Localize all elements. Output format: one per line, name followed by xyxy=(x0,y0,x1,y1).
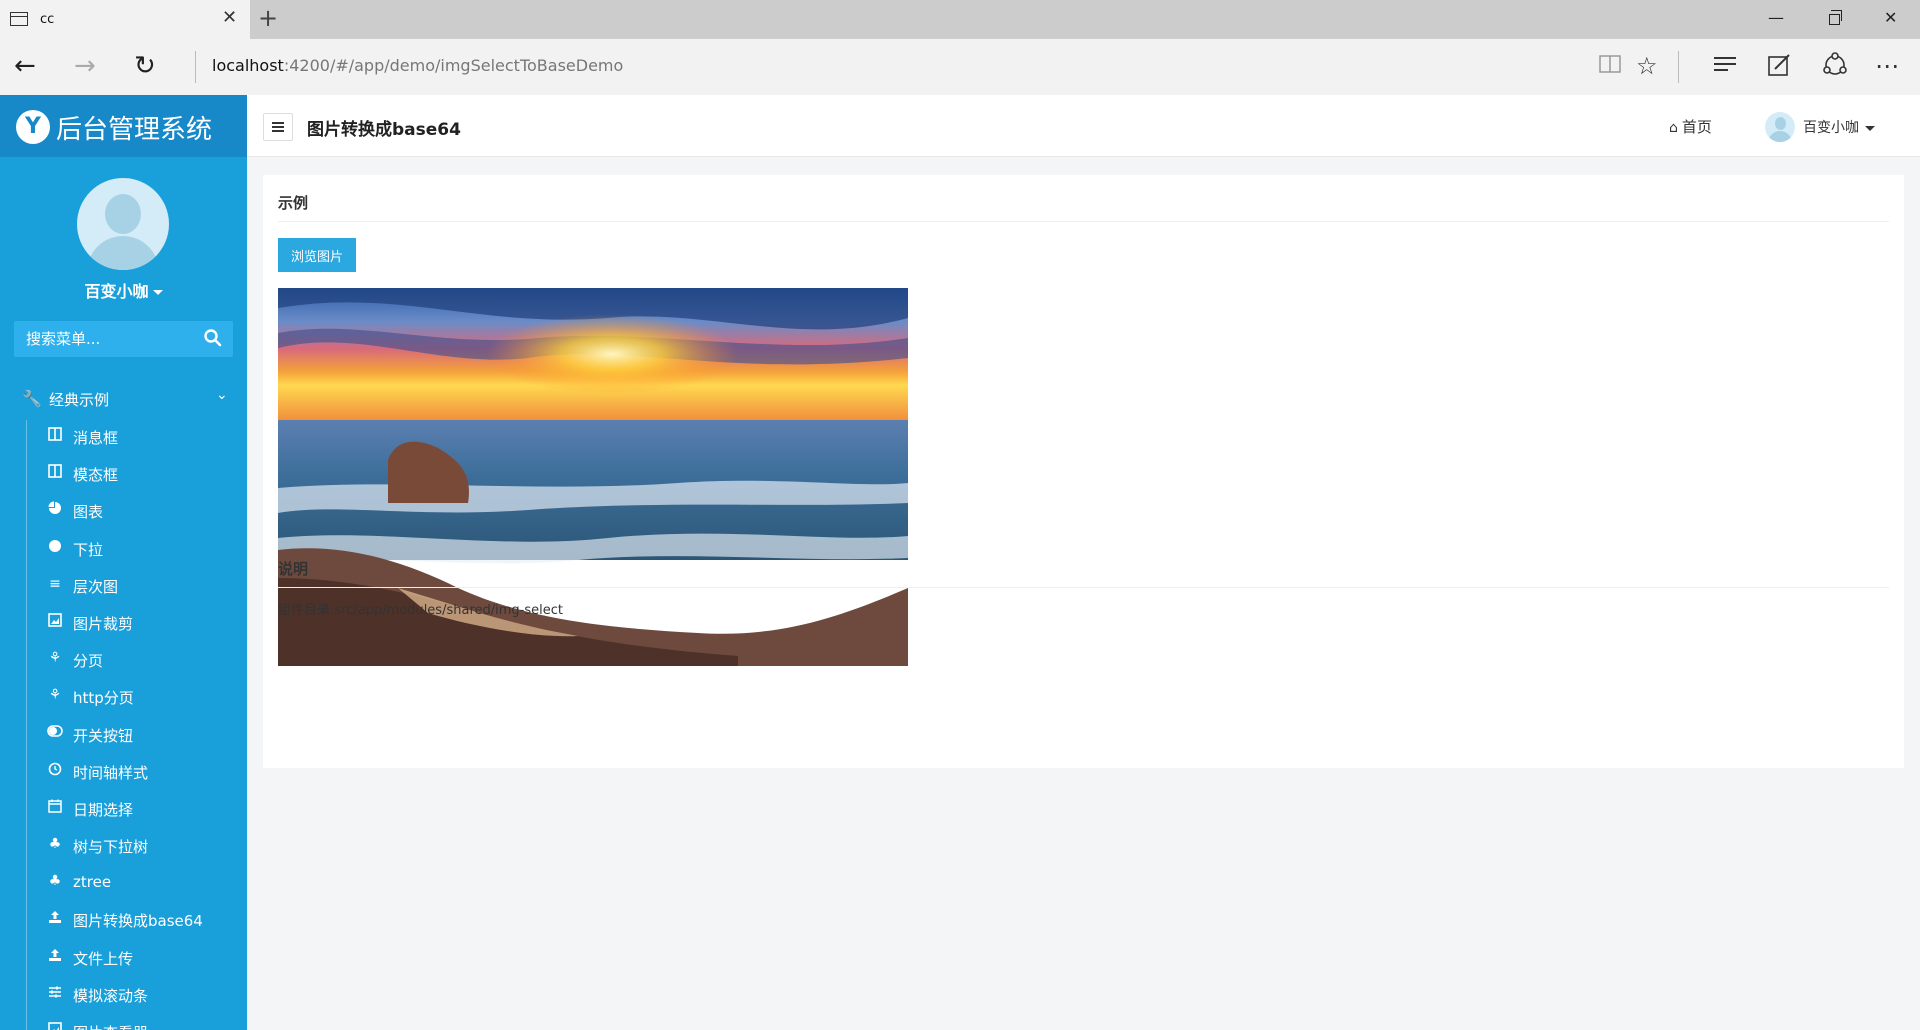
avatar[interactable] xyxy=(1765,112,1795,142)
menu-item-file-upload[interactable]: 文件上传 xyxy=(0,939,247,976)
menu-item-scrollbar[interactable]: 模拟滚动条 xyxy=(0,976,247,1013)
menu-item-image-base64[interactable]: 图片转换成base64 xyxy=(0,901,247,938)
menu-item-ztree[interactable]: ♣ ztree xyxy=(0,864,247,901)
divider xyxy=(278,587,1889,588)
chevron-down-icon: ⌄ xyxy=(216,387,228,403)
image-icon xyxy=(47,613,63,629)
tree-icon: ♣ xyxy=(48,836,62,853)
menu-item-date-picker[interactable]: 日期选择 xyxy=(0,790,247,827)
sidebar: 后台管理系统 百变小咖 🔧 经典示例 ⌄ 消息框 模态框 图表 xyxy=(0,95,247,1030)
tab-title: cc xyxy=(40,12,55,27)
menu-item-pagination[interactable]: ⚘ 分页 xyxy=(0,641,247,678)
example-section-title: 示例 xyxy=(278,194,309,212)
upload-icon xyxy=(47,910,63,926)
back-arrow-icon[interactable]: ← xyxy=(14,53,36,79)
menu-item-switch[interactable]: 开关按钮 xyxy=(0,716,247,753)
image-icon xyxy=(47,1022,63,1030)
url-host: localhost xyxy=(212,56,284,75)
toggle-icon xyxy=(47,724,63,741)
search-icon[interactable] xyxy=(203,328,223,348)
tree-icon: ♣ xyxy=(48,873,62,890)
tab-page-icon xyxy=(10,12,28,26)
menu-group-examples[interactable]: 🔧 经典示例 ⌄ xyxy=(0,379,247,419)
browser-tab[interactable]: cc ✕ xyxy=(0,0,250,39)
refresh-icon[interactable]: ↻ xyxy=(134,53,156,79)
tree-icon: ⚘ xyxy=(48,650,62,667)
columns-icon xyxy=(47,427,63,443)
clock-icon xyxy=(47,762,63,778)
menu-item-hierarchy[interactable]: ≡ 层次图 xyxy=(0,567,247,604)
url-path: :4200/#/app/demo/imgSelectToBaseDemo xyxy=(283,56,624,75)
address-bar[interactable]: localhost:4200/#/app/demo/imgSelectToBas… xyxy=(212,56,623,75)
description-section-title: 说明 xyxy=(278,560,309,578)
upload-icon xyxy=(47,948,63,964)
new-tab-icon[interactable]: + xyxy=(258,6,278,30)
app-header: 图片转换成base64 ⌂ 首页 百变小咖 xyxy=(247,95,1920,157)
toolbar-divider xyxy=(1678,51,1679,83)
browse-image-button[interactable]: 浏览图片 xyxy=(278,238,356,272)
menu-item-dropdown[interactable]: 下拉 xyxy=(0,530,247,567)
brand-logo-icon xyxy=(16,110,50,144)
brand-bar: 后台管理系统 xyxy=(0,95,247,157)
share-icon[interactable] xyxy=(1822,52,1848,84)
caret-down-icon xyxy=(152,290,163,295)
more-icon[interactable]: ⋯ xyxy=(1875,52,1899,80)
content-panel: 示例 浏览图片 说明 组件目录:src/app/modules/shared/i… xyxy=(263,175,1904,768)
menu-item-image-viewer[interactable]: 图片查看器 xyxy=(0,1013,247,1030)
user-avatar xyxy=(77,178,169,270)
browser-toolbar: ← → ↻ localhost:4200/#/app/demo/imgSelec… xyxy=(0,39,1920,95)
hub-icon[interactable] xyxy=(1712,52,1738,82)
user-name: 百变小咖 xyxy=(84,282,149,301)
minimize-icon[interactable]: — xyxy=(1768,8,1784,27)
menu-item-tree[interactable]: ♣ 树与下拉树 xyxy=(0,827,247,864)
sliders-icon xyxy=(47,985,63,1001)
forward-arrow-icon[interactable]: → xyxy=(74,53,96,79)
submenu: 消息框 模态框 图表 下拉 ≡ 层次图 图片裁剪 ⚘ 分页 ⚘ http分页 开… xyxy=(0,418,247,1030)
page-title: 图片转换成base64 xyxy=(307,120,461,140)
menu-search xyxy=(14,321,233,357)
home-icon: ⌂ xyxy=(1669,120,1678,136)
calendar-icon xyxy=(47,799,63,815)
window-close-icon[interactable]: ✕ xyxy=(1884,8,1897,27)
header-user-name: 百变小咖 xyxy=(1803,120,1859,136)
layers-icon: ≡ xyxy=(49,575,61,592)
pie-chart-icon xyxy=(47,501,63,517)
user-menu-toggle[interactable]: 百变小咖 xyxy=(0,278,247,302)
sidebar-toggle-button[interactable] xyxy=(263,113,293,141)
brand-name: 后台管理系统 xyxy=(56,115,213,145)
toolbar-divider xyxy=(195,51,196,83)
menu-item-image-crop[interactable]: 图片裁剪 xyxy=(0,604,247,641)
wrench-icon: 🔧 xyxy=(22,389,42,408)
description-text: 组件目录:src/app/modules/shared/img-select xyxy=(278,603,563,618)
menu-item-http-pagination[interactable]: ⚘ http分页 xyxy=(0,678,247,715)
header-user-menu[interactable]: 百变小咖 xyxy=(1803,117,1875,137)
tree-icon: ⚘ xyxy=(48,687,62,704)
browser-tab-strip: cc ✕ + — ✕ xyxy=(0,0,1920,39)
menu-group-label: 经典示例 xyxy=(49,391,110,409)
caret-down-icon xyxy=(1865,125,1875,131)
home-link[interactable]: ⌂ 首页 xyxy=(1669,116,1712,137)
menu-item-message-box[interactable]: 消息框 xyxy=(0,418,247,455)
web-note-icon[interactable] xyxy=(1766,52,1792,84)
columns-icon xyxy=(47,464,63,480)
favorite-star-icon[interactable]: ☆ xyxy=(1636,52,1658,80)
circle-icon xyxy=(47,539,63,555)
menu-item-timeline[interactable]: 时间轴样式 xyxy=(0,753,247,790)
menu-item-chart[interactable]: 图表 xyxy=(0,492,247,529)
reading-view-icon[interactable] xyxy=(1598,52,1622,82)
menu-item-modal[interactable]: 模态框 xyxy=(0,455,247,492)
restore-icon[interactable] xyxy=(1829,10,1842,25)
tab-close-icon[interactable]: ✕ xyxy=(222,9,237,27)
menu-search-input[interactable] xyxy=(14,321,194,357)
divider xyxy=(278,221,1889,222)
